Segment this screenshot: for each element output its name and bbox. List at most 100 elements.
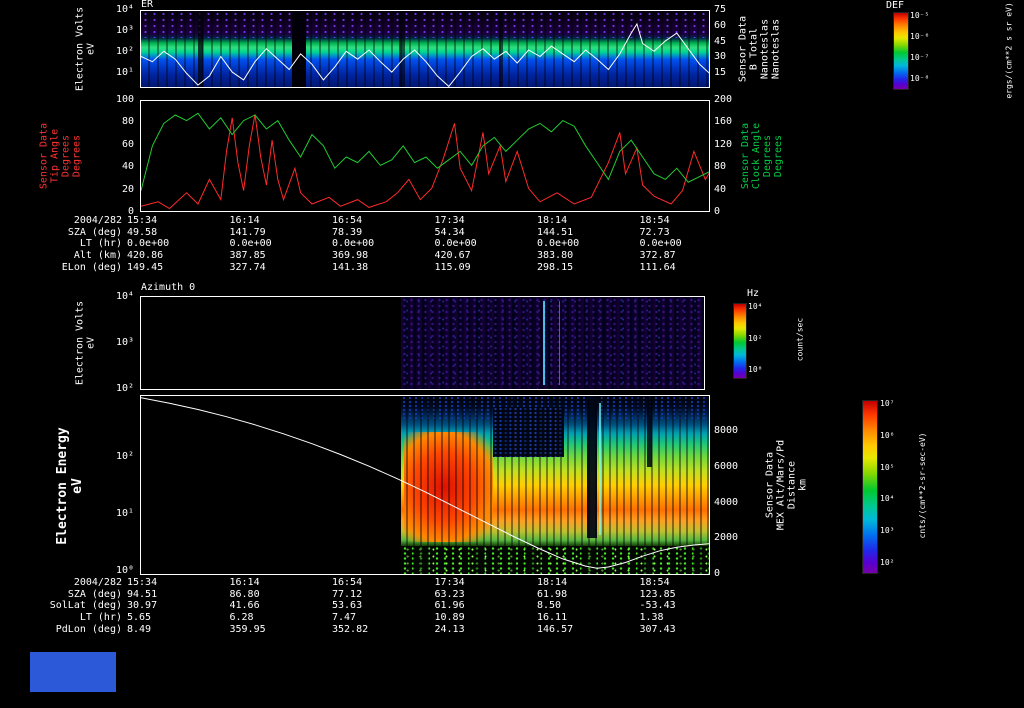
tick-label: 10⁴ xyxy=(115,4,134,15)
btotal-overlay-line xyxy=(141,22,709,87)
panel1-title: ER xyxy=(141,0,154,10)
row-values: 149.45 327.74 141.38 115.09 298.15 111.64 xyxy=(127,262,742,273)
tick-label: 10² xyxy=(115,383,134,394)
table-cell: 7.47 xyxy=(332,612,357,624)
time-label: 18:54 xyxy=(639,215,670,227)
table-cell: 78.39 xyxy=(332,226,363,238)
row-label: SolLat (deg) xyxy=(49,600,122,612)
tick-label: 40 xyxy=(121,161,134,173)
B Total-trace xyxy=(141,22,709,87)
panel4-right-axis-label: Sensor Data MEX Alt/Mars/Pd Distance km xyxy=(765,423,809,548)
row-values: 0.0e+00 0.0e+00 0.0e+00 0.0e+00 0.0e+00 0.0e+… xyxy=(127,238,742,249)
table-cell: 307.43 xyxy=(639,623,676,635)
table-cell: 352.82 xyxy=(332,623,369,635)
table-cell: 61.96 xyxy=(434,600,465,612)
colorbar-tick-label: 10⁻⁶ xyxy=(910,32,930,41)
table-cell: 8.50 xyxy=(537,600,562,612)
row-values: 49.58 141.79 78.39 54.34 144.51 72.73 xyxy=(127,227,742,238)
table-cell: 94.51 xyxy=(127,588,158,600)
colorbar-tick-label: 10⁰ xyxy=(748,365,763,374)
table-cell: 372.87 xyxy=(639,250,676,262)
colorbar-tick-label: 10⁻⁸ xyxy=(910,74,930,83)
table-cell: 387.85 xyxy=(229,250,266,262)
tick-label: 200 xyxy=(714,94,733,105)
tick-label: 30 xyxy=(714,51,727,63)
axis-label-line: Electron Volts xyxy=(74,6,86,92)
table-cell: 0.0e+00 xyxy=(127,238,170,250)
colorbar3-ticks: 10⁴ 10² 10⁰ xyxy=(748,302,772,374)
table-cell: 53.63 xyxy=(332,600,363,612)
row-label: ELon (deg) xyxy=(61,261,122,273)
row-values: 15:34 16:14 16:54 17:34 18:14 18:54 xyxy=(127,577,742,588)
axis-label-line: Sensor Data xyxy=(764,451,776,519)
table-cell: 30.97 xyxy=(127,600,158,612)
time-label: 16:14 xyxy=(229,215,260,227)
table-row: PdLon (deg) 8.49 359.95 352.82 24.13 146.57 3… xyxy=(0,623,780,635)
time-label: 18:54 xyxy=(639,577,670,589)
row-label: LT (hr) xyxy=(79,612,122,624)
axis-label-line: eV xyxy=(85,336,97,350)
table-cell: 369.98 xyxy=(332,250,369,262)
colorbar-tick-label: 10² xyxy=(748,333,763,343)
axis-label-line: Sensor Data xyxy=(737,15,749,83)
panel2-left-ticks: 100 80 60 40 20 0 xyxy=(98,95,134,217)
colorbar1-title: DEF xyxy=(886,0,905,11)
row-label: SZA (deg) xyxy=(67,226,122,238)
tick-label: 120 xyxy=(714,138,733,150)
axis-label-line: Nanoteslas xyxy=(770,18,782,80)
table-cell: 141.79 xyxy=(229,226,266,238)
table-cell: 1.38 xyxy=(639,612,664,624)
time-label: 17:34 xyxy=(434,215,465,227)
table-cell: 327.74 xyxy=(229,261,266,273)
row-values: 420.86 387.85 369.98 420.67 383.80 372.87 xyxy=(127,250,742,261)
tick-label: 10² xyxy=(115,46,134,57)
tick-label: 10⁴ xyxy=(115,291,134,302)
table-cell: 72.73 xyxy=(639,226,670,238)
colorbar3-units: count/sec xyxy=(795,317,805,362)
table-row: 2004/282 15:34 16:14 16:54 17:34 18:14 18:54 xyxy=(0,577,780,589)
tick-label: 40 xyxy=(714,183,727,195)
tick-label: 4000 xyxy=(714,496,739,508)
tick-label: 100 xyxy=(115,94,134,105)
tick-label: 10³ xyxy=(115,337,134,348)
axis-label-line: Electron Energy xyxy=(55,427,70,545)
table-cell: 298.15 xyxy=(537,261,574,273)
tick-label: 75 xyxy=(714,4,727,15)
colorbar-tick-label: 10⁻⁷ xyxy=(910,53,930,62)
axis-label-line: Degrees xyxy=(762,134,773,178)
axis-label-line: Degrees xyxy=(773,134,784,178)
time-label: 17:34 xyxy=(434,577,465,589)
table-cell: 123.85 xyxy=(639,588,676,600)
table-cell: 383.80 xyxy=(537,250,574,262)
colorbar-tick-label: 10⁷ xyxy=(880,399,895,408)
table-cell: 8.49 xyxy=(127,623,152,635)
table-cell: 49.58 xyxy=(127,226,158,238)
table-row: Alt (km) 420.86 387.85 369.98 420.67 383.80 3… xyxy=(0,250,780,262)
time-label: 16:54 xyxy=(332,215,363,227)
axis-label-line: Nanoteslas xyxy=(759,18,771,80)
axis-label-line: Clock Angle xyxy=(751,122,762,190)
table-row: ELon (deg) 149.45 327.74 141.38 115.09 298.1… xyxy=(0,261,780,273)
MEX Alt-Mars-Pd Distance-trace xyxy=(141,397,709,569)
row-label: LT (hr) xyxy=(79,238,122,250)
axis-label-line: Electron Volts xyxy=(74,300,86,386)
time-label: 16:54 xyxy=(332,577,363,589)
table-cell: 144.51 xyxy=(537,226,574,238)
table-cell: 0.0e+00 xyxy=(434,238,477,250)
panel1-left-ticks: 10⁴ 10³ 10² 10¹ xyxy=(98,5,134,78)
row-label: SZA (deg) xyxy=(67,588,122,600)
table-cell: 6.28 xyxy=(229,612,254,624)
tick-label: 15 xyxy=(714,67,727,78)
table-cell: 54.34 xyxy=(434,226,465,238)
panel3-bright-streak xyxy=(558,300,560,386)
axis-label-line: Sensor Data xyxy=(740,122,751,190)
panel4-right-ticks: 8000 6000 4000 2000 0 xyxy=(714,426,748,579)
table-cell: 149.45 xyxy=(127,261,164,273)
panel1-right-axis-label: Sensor Data B Total Nanoteslas Nanoteslas xyxy=(738,2,782,97)
colorbar4-ticks: 10⁷ 10⁶ 10⁵ 10⁴ 10³ 10² xyxy=(880,399,904,567)
blue-box xyxy=(30,652,116,692)
table-row: SolLat (deg) 30.97 41.66 53.63 61.96 8.50 -53… xyxy=(0,600,780,612)
annot-table-top: 2004/282 15:34 16:14 16:54 17:34 18:14 18:54 … xyxy=(0,215,780,273)
panel3-left-ticks: 10⁴ 10³ 10² xyxy=(98,292,134,394)
panel4-yaxis-label: Electron Energy eV xyxy=(55,411,85,561)
